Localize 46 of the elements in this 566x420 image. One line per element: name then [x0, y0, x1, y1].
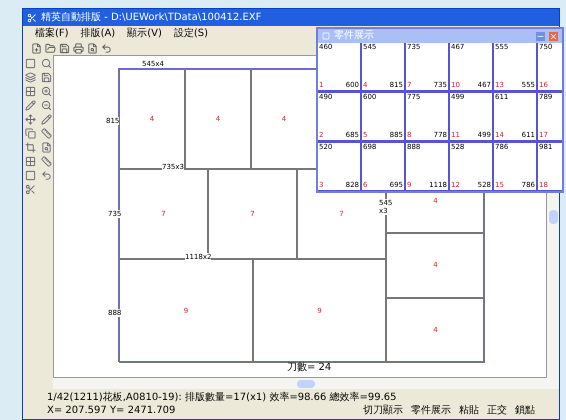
- coordinates: X= 207.597 Y= 2471.709: [47, 404, 176, 417]
- folder-icon[interactable]: [45, 42, 56, 54]
- tool-icon[interactable]: [40, 170, 52, 181]
- tool-icon[interactable]: [25, 170, 36, 181]
- tool-icon[interactable]: [25, 72, 36, 83]
- tool-icon[interactable]: [40, 114, 52, 125]
- menu-item[interactable]: 顯示(V): [127, 28, 162, 38]
- tool-icon[interactable]: [40, 72, 52, 83]
- status-toggle[interactable]: 零件展示: [411, 404, 451, 417]
- save-icon[interactable]: [59, 42, 70, 54]
- tool-icon[interactable]: [25, 58, 36, 69]
- scroll-thumb[interactable]: [548, 210, 558, 224]
- status-toggle[interactable]: 鎖點: [515, 404, 535, 417]
- menu-item[interactable]: 設定(S): [174, 28, 208, 38]
- tool-icon[interactable]: [25, 128, 36, 139]
- status-toggle[interactable]: 正交: [487, 404, 507, 417]
- close-icon[interactable]: [549, 32, 558, 40]
- tool-icon[interactable]: [25, 156, 36, 167]
- tool-icon[interactable]: [40, 128, 52, 139]
- minimize-icon[interactable]: [536, 32, 545, 40]
- tool-icon[interactable]: [25, 142, 36, 153]
- menu-item[interactable]: 檔案(F): [35, 28, 69, 38]
- cut-count: 刀數= 24: [287, 363, 332, 373]
- tool-icon[interactable]: [40, 100, 52, 111]
- scroll-thumb[interactable]: [297, 380, 315, 388]
- tool-icon[interactable]: [40, 156, 52, 167]
- status-toggle[interactable]: 粘貼: [459, 404, 479, 417]
- tool-icon[interactable]: [25, 184, 36, 195]
- menu-item[interactable]: 排版(A): [80, 28, 116, 38]
- window-title: 精英自動排版 - D:\UEWork\TData\100412.EXF: [41, 12, 262, 22]
- tool-icon[interactable]: [25, 100, 36, 111]
- undo-icon[interactable]: [101, 42, 112, 54]
- status-toggle[interactable]: 切刀顯示: [363, 404, 403, 417]
- horizontal-scrollbar[interactable]: [53, 378, 559, 389]
- tool-icon[interactable]: [25, 114, 36, 125]
- tool-icon[interactable]: [40, 86, 52, 97]
- tool-icon[interactable]: [40, 58, 52, 69]
- window-icon: [322, 32, 330, 40]
- preview-icon[interactable]: [87, 42, 98, 54]
- parts-window-title: 零件展示: [334, 31, 375, 41]
- status-text: 1/42(1211)花板,A0810-19): 排版數量=17(x1) 效率=98.66 總效率=99.65: [47, 391, 398, 404]
- printer-icon[interactable]: [73, 42, 84, 54]
- new-file-icon[interactable]: [31, 42, 42, 54]
- tool-icon[interactable]: [40, 142, 52, 153]
- app-icon: [27, 12, 37, 22]
- tool-icon[interactable]: [25, 86, 36, 97]
